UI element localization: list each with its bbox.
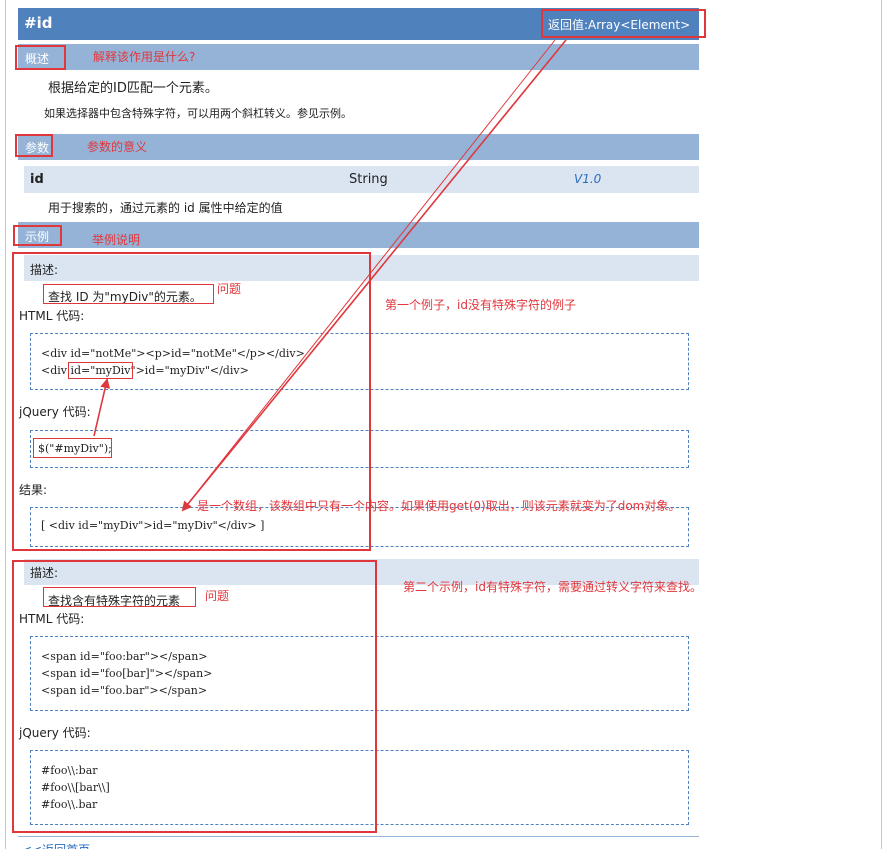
back-home-link[interactable]: <<返回首页 [22, 841, 90, 849]
example2-highlight [12, 560, 377, 833]
page-title: #id [24, 14, 53, 32]
overview-line-2: 如果选择器中包含特殊字符，可以用两个斜杠转义。参见示例。 [44, 107, 352, 120]
examples-highlight [13, 225, 62, 246]
example1-annotation: 第一个例子，id没有特殊字符的例子 [385, 298, 576, 312]
param-name: id [30, 172, 44, 187]
right-frame-border [881, 0, 882, 849]
overview-highlight [15, 45, 66, 70]
bottom-divider [18, 836, 699, 837]
params-annotation: 参数的意义 [87, 140, 148, 154]
return-value-highlight [541, 9, 706, 38]
examples-annotation: 举例说明 [92, 233, 141, 247]
param-type: String [349, 172, 388, 187]
param-description: 用于搜索的，通过元素的 id 属性中给定的值 [48, 201, 283, 215]
overview-line-1: 根据给定的ID匹配一个元素。 [48, 81, 218, 96]
param-version: V1.0 [574, 172, 602, 186]
params-highlight [15, 134, 53, 157]
left-frame-border [5, 0, 6, 849]
example1-highlight [12, 252, 371, 551]
overview-annotation: 解释该作用是什么? [93, 50, 196, 64]
example2-annotation: 第二个示例，id有特殊字符，需要通过转义字符来查找。 [403, 580, 702, 594]
